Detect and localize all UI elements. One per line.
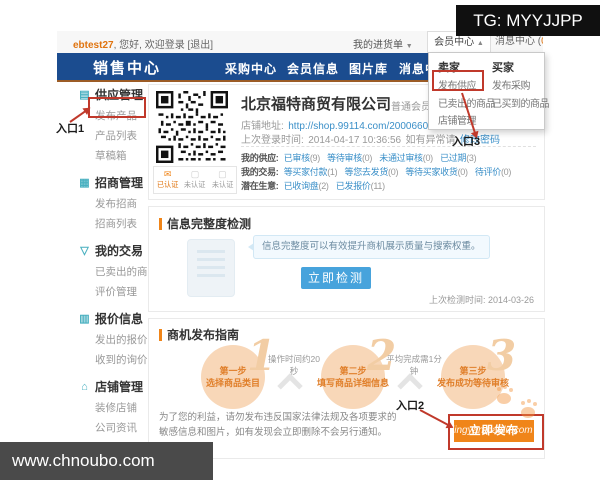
unread-count: 0条未读 [541, 36, 543, 47]
sidebar-item-product-list[interactable]: 产品列表 [95, 128, 146, 143]
member-center-dropdown: 卖家 买家 发布供应 发布采购 已卖出的商品 已买到的商品 店铺管理 [428, 52, 550, 130]
stats-potential-row: 潜在生意: 已收询盘(2) 已发报价(11) [241, 181, 385, 191]
my-trades-icon: ▽ [80, 245, 89, 257]
shop-qr-code [156, 91, 228, 163]
step3-number: 3 [487, 331, 517, 380]
purchase-list-link[interactable]: 我的进货单 ▼ [353, 36, 413, 51]
chevron-up-icon [397, 373, 423, 399]
stat-link[interactable]: 待评价 [475, 167, 501, 177]
check-now-button[interactable]: 立即检测 [301, 267, 371, 289]
entry2-label: 入口2 [396, 400, 425, 412]
stat-link[interactable]: 等待买家收货 [405, 167, 458, 177]
entry3-label: 入口3 [452, 136, 481, 148]
step2-number: 2 [367, 331, 397, 380]
chevron-up-icon [277, 373, 303, 399]
sidebar-item-sold-items[interactable]: 已卖出的商品 [95, 264, 158, 279]
unverified-icon: ▢ [190, 169, 200, 179]
sidebar-item-received-inquiries[interactable]: 收到的询价 [95, 352, 148, 367]
baidu-watermark-text: jingyan.baidu.com [452, 425, 533, 436]
username: ebtest27 [73, 40, 114, 51]
step1-number: 1 [247, 331, 277, 380]
entry1-label: 入口1 [56, 123, 85, 135]
dropdown-publish-purchase[interactable]: 发布采购 [492, 77, 531, 92]
dropdown-bought-items[interactable]: 已买到的商品 [492, 95, 550, 110]
document-illustration-icon [187, 239, 235, 297]
sidebar-item-decorate-shop[interactable]: 装修店铺 [95, 400, 146, 415]
title-bar-accent [159, 328, 162, 341]
nav-member-info[interactable]: 会员信息 [287, 60, 339, 77]
welcome-text: ebtest27, 您好, 欢迎登录 [退出] [73, 40, 214, 51]
member-level: 普通会员 [391, 102, 431, 113]
sidebar-item-company-news[interactable]: 公司资讯 [95, 420, 146, 435]
tg-badge-overlay: TG: MYYJJPP [456, 5, 600, 36]
nav-image-library[interactable]: 图片库 [349, 60, 388, 77]
screenshot: ebtest27, 您好, 欢迎登录 [退出] 我的进货单 ▼ 会员中心 ▲ 消… [0, 0, 600, 480]
last-check-time: 上次检测时间: 2014-03-26 [428, 295, 534, 305]
sidebar-item-sent-quotes[interactable]: 发出的报价 [95, 332, 148, 347]
logout-link[interactable]: [退出] [187, 40, 213, 51]
stat-link[interactable]: 等待审核 [327, 153, 362, 163]
stat-link[interactable]: 已发报价 [336, 181, 371, 191]
guide-title: 商机发布指南 [159, 326, 239, 343]
merchant-management-icon: ▦ [79, 177, 90, 189]
stats-trade-row: 我的交易: 等买家付款(1) 等您去发货(0) 等待买家收货(0) 待评价(0) [241, 167, 512, 177]
sidebar-item-review-management[interactable]: 评价管理 [95, 284, 146, 299]
unverified-icon: ▢ [218, 169, 227, 179]
last-login-label: 上次登录时间: [241, 135, 304, 146]
entry1-highlight-box [88, 97, 146, 118]
sidebar-section-merchant: ▦ 招商管理 [79, 176, 144, 190]
sidebar-section-trades: ▽ 我的交易 [78, 242, 146, 259]
stat-link[interactable]: 已过期 [440, 153, 466, 163]
caret-down-icon: ▼ [405, 43, 413, 50]
stat-link[interactable]: 已收询盘 [284, 181, 319, 191]
sidebar: ▤ 供应管理 发布产品 产品列表 草稿箱 ▦ 招商管理 发布招商 招商列表 ▽ … [78, 82, 158, 480]
integrity-title: 信息完整度检测 [159, 215, 251, 232]
quote-info-icon: ▥ [79, 313, 90, 325]
stat-link[interactable]: 等买家付款 [284, 167, 328, 177]
abnormal-hint: 如有异常请 [405, 135, 456, 146]
caret-up-icon: ▲ [476, 40, 484, 47]
mail-verified-icon: ✉ [163, 169, 172, 179]
integrity-tip-bubble: 信息完整度可以有效提升商机展示质量与搜索权重。 [248, 235, 490, 259]
disclaimer-text: 为了您的利益，请勿发布违反国家法律法规及各项要求的敏感信息和图片，如有发现会立即… [159, 412, 397, 438]
badge-verified: ✉ 已认证 [154, 167, 181, 193]
stat-link[interactable]: 未通过审核 [379, 153, 423, 163]
last-login-time: 2014-04-17 10:36:56 [308, 135, 402, 146]
certification-badges: ✉ 已认证 ▢ 未认证 ▢ 未认证 [153, 166, 237, 194]
shop-management-icon: ⌂ [81, 380, 88, 393]
sidebar-section-quotes: ▥ 报价信息 [79, 312, 144, 326]
stats-supply-row: 我的供应: 已审核(9) 等待审核(0) 未通过审核(0) 已过期(3) [241, 153, 477, 163]
badge-unverified: ▢ 未认证 [181, 167, 208, 193]
integrity-card: 信息完整度检测 信息完整度可以有效提升商机展示质量与搜索权重。 立即检测 上次检… [148, 206, 545, 312]
nav-purchase-center[interactable]: 采购中心 [225, 60, 277, 77]
sidebar-item-merchant-list[interactable]: 招商列表 [95, 216, 146, 231]
entry3-highlight-box [432, 70, 484, 91]
sidebar-item-drafts[interactable]: 草稿箱 [95, 148, 146, 163]
nav-sales-center[interactable]: 销售中心 [93, 57, 161, 78]
sidebar-item-publish-merchant[interactable]: 发布招商 [95, 196, 146, 211]
sidebar-section-shop: ⌂ 店铺管理 [78, 378, 146, 395]
badge-unverified: ▢ 未认证 [209, 167, 236, 193]
dropdown-buyer-header: 买家 [492, 62, 514, 74]
stat-link[interactable]: 已审核 [284, 153, 310, 163]
stat-link[interactable]: 等您去发货 [345, 167, 389, 177]
divider [241, 146, 536, 147]
company-name: 北京福特商贸有限公司 [241, 96, 392, 113]
title-bar-accent [159, 217, 162, 230]
site-watermark-overlay: www.chnoubo.com [0, 442, 213, 480]
